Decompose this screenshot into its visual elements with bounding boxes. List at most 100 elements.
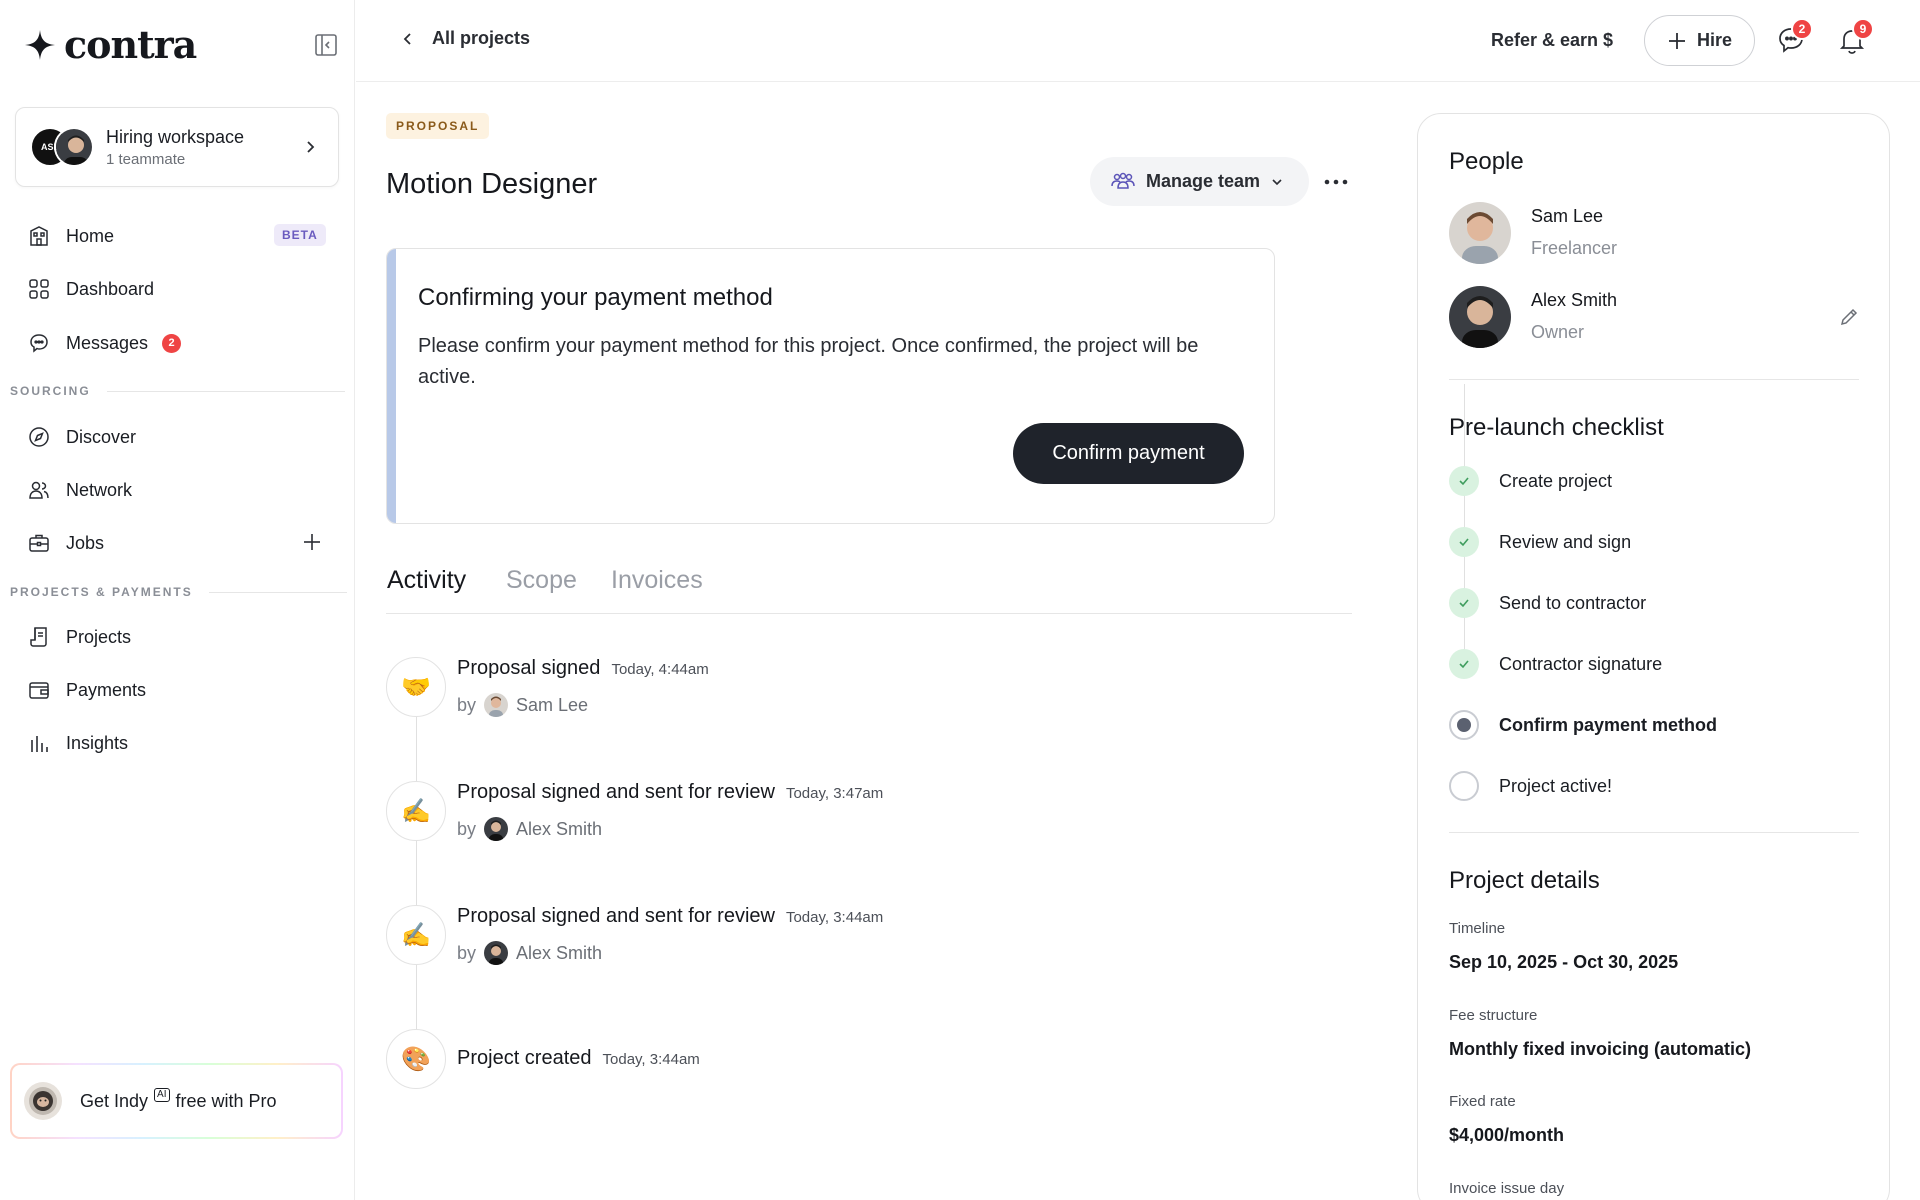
- timeline-label: Timeline: [1449, 920, 1506, 937]
- workspace-title: Hiring workspace: [106, 126, 245, 147]
- activity-title-row: Proposal signed and sent for review Toda…: [457, 781, 883, 804]
- add-job-icon[interactable]: [302, 532, 322, 552]
- check-icon: [1449, 466, 1479, 496]
- chevron-right-icon: [307, 141, 315, 153]
- checklist-item: Send to contractor: [1449, 588, 1646, 618]
- person-row[interactable]: Alex Smith Owner: [1449, 286, 1869, 348]
- brand-name: contra: [64, 22, 197, 67]
- sidebar-item-insights[interactable]: Insights: [28, 728, 128, 758]
- author-name[interactable]: Sam Lee: [516, 695, 588, 716]
- section-projects-payments: PROJECTS & PAYMENTS: [10, 585, 347, 599]
- activity-title-row: Project created Today, 3:44am: [457, 1047, 700, 1070]
- tab-activity[interactable]: Activity: [387, 566, 466, 595]
- activity-title-row: Proposal signed Today, 4:44am: [457, 657, 709, 680]
- checklist-item: Contractor signature: [1449, 649, 1662, 679]
- checklist-item-current[interactable]: Confirm payment method: [1449, 710, 1717, 740]
- activity-title: Project created: [457, 1047, 592, 1069]
- home-icon: [30, 226, 48, 246]
- checklist-label: Confirm payment method: [1499, 714, 1718, 735]
- teammate-avatar: [54, 127, 94, 167]
- section-label: PROJECTS & PAYMENTS: [10, 585, 193, 599]
- notifications-badge: 9: [1852, 18, 1874, 40]
- fixed-rate-value: $4,000/month: [1449, 1125, 1565, 1145]
- sidebar-item-label: Discover: [66, 426, 137, 447]
- author-name[interactable]: Alex Smith: [516, 819, 602, 840]
- activity-time: Today, 4:44am: [611, 661, 709, 678]
- project-tabs: Activity Scope Invoices: [386, 556, 1352, 614]
- back-label: All projects: [432, 28, 531, 48]
- ai-tag: AI: [154, 1088, 170, 1102]
- sidebar-item-network[interactable]: Network: [28, 475, 132, 505]
- back-to-projects-link[interactable]: All projects: [400, 28, 530, 49]
- indy-pro-promo[interactable]: Get Indy AI free with Pro: [10, 1063, 343, 1139]
- users-icon: [29, 481, 49, 499]
- messages-top-button[interactable]: 2: [1775, 18, 1813, 56]
- promo-inner: Get Indy AI free with Pro: [12, 1065, 341, 1137]
- check-icon: [1449, 527, 1479, 557]
- person-role: Freelancer: [1531, 238, 1618, 258]
- people-heading: People: [1449, 148, 1524, 175]
- activity-author: by Alex Smith: [457, 817, 602, 841]
- sidebar-item-messages[interactable]: Messages 2: [28, 328, 182, 358]
- manage-team-button[interactable]: Manage team: [1090, 157, 1309, 206]
- sidebar-item-projects[interactable]: Projects: [28, 622, 131, 652]
- by-label: by: [457, 942, 477, 963]
- avatar: [484, 817, 509, 841]
- sidebar-item-home[interactable]: Home: [28, 221, 114, 251]
- section-sourcing: SOURCING: [10, 384, 345, 398]
- manage-team-label: Manage team: [1146, 171, 1261, 191]
- sidebar-item-label: Payments: [66, 679, 147, 700]
- tab-invoices[interactable]: Invoices: [611, 566, 703, 595]
- sidebar-item-dashboard[interactable]: Dashboard: [28, 274, 154, 304]
- sidebar-item-label: Jobs: [66, 532, 105, 553]
- card-accent-bar: [387, 249, 396, 523]
- divider: [1449, 379, 1859, 380]
- checklist-item: Review and sign: [1449, 527, 1631, 557]
- messages-icon: [30, 334, 48, 353]
- notifications-button[interactable]: 9: [1836, 18, 1874, 56]
- collapse-sidebar-icon[interactable]: [314, 33, 338, 57]
- sidebar: contra ASL Hiring workspace 1 teammate H…: [0, 0, 355, 1200]
- person-row[interactable]: Sam Lee Freelancer: [1449, 202, 1869, 264]
- sidebar-item-label: Insights: [66, 732, 129, 753]
- contra-logo[interactable]: contra: [24, 22, 197, 67]
- author-name[interactable]: Alex Smith: [516, 943, 602, 964]
- current-step-icon: [1449, 710, 1479, 740]
- person-role: Owner: [1531, 322, 1585, 342]
- handshake-icon: 🤝: [386, 657, 446, 717]
- pencil-icon[interactable]: [1838, 306, 1860, 328]
- checklist-label: Project active!: [1499, 775, 1613, 796]
- activity-title: Proposal signed: [457, 657, 601, 679]
- document-icon: [30, 627, 47, 647]
- avatar: [1449, 202, 1511, 264]
- activity-title: Proposal signed and sent for review: [457, 781, 775, 803]
- activity-time: Today, 3:47am: [785, 785, 884, 802]
- team-icon: [1111, 172, 1135, 189]
- palette-icon: 🎨: [386, 1029, 446, 1089]
- sidebar-item-jobs[interactable]: Jobs: [28, 528, 104, 558]
- workspace-switcher[interactable]: ASL Hiring workspace 1 teammate: [15, 107, 339, 187]
- messages-count-badge: 2: [162, 333, 182, 353]
- refer-and-earn-link[interactable]: Refer & earn $: [1491, 30, 1613, 51]
- beta-badge: BETA: [274, 224, 326, 246]
- more-options-icon[interactable]: [1322, 170, 1350, 194]
- invoice-issue-day-label: Invoice issue day: [1449, 1180, 1565, 1197]
- sidebar-item-label: Messages: [66, 332, 149, 353]
- sidebar-item-discover[interactable]: Discover: [28, 422, 136, 452]
- activity-title-row: Proposal signed and sent for review Toda…: [457, 905, 883, 928]
- tab-scope[interactable]: Scope: [506, 566, 577, 595]
- hire-label: Hire: [1696, 30, 1732, 50]
- confirm-payment-button[interactable]: Confirm payment: [1013, 423, 1244, 484]
- checklist-heading: Pre-launch checklist: [1449, 414, 1664, 441]
- sidebar-item-payments[interactable]: Payments: [28, 675, 146, 705]
- bar-chart-icon: [31, 736, 48, 752]
- fee-structure-value: Monthly fixed invoicing (automatic): [1449, 1039, 1752, 1059]
- hire-button[interactable]: Hire: [1644, 15, 1755, 66]
- sidebar-item-label: Projects: [66, 626, 132, 647]
- activity-time: Today, 3:44am: [602, 1051, 700, 1068]
- workspace-subtitle: 1 teammate: [106, 150, 186, 168]
- dashboard-icon: [29, 279, 49, 299]
- sidebar-item-label: Network: [66, 479, 133, 500]
- workspace-text: Hiring workspace 1 teammate: [106, 127, 302, 168]
- check-icon: [1449, 588, 1479, 618]
